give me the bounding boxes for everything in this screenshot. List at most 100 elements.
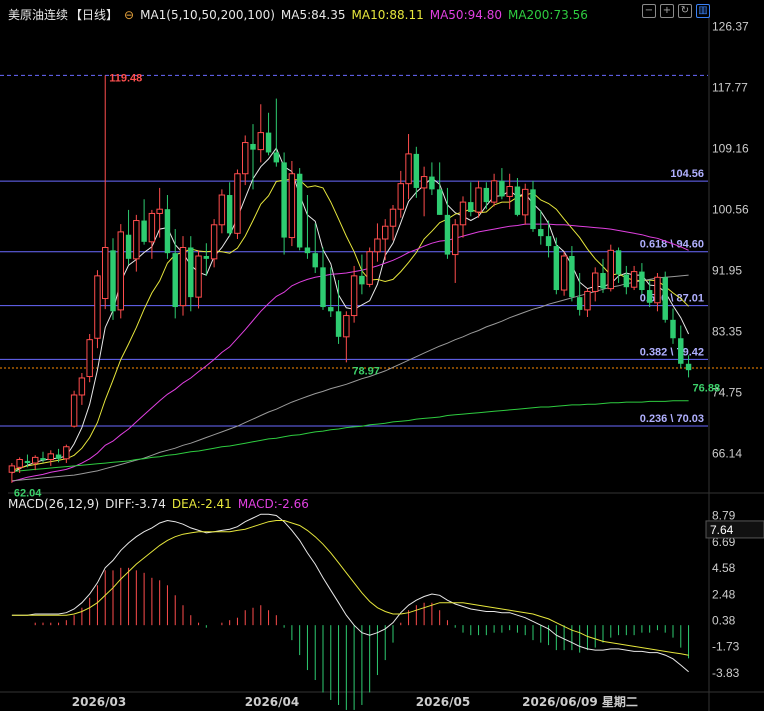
- macd-current-value: 7.64: [710, 523, 734, 537]
- candle-body-up: [16, 459, 23, 468]
- candle-body-up: [452, 224, 459, 256]
- candle-body-up: [242, 142, 249, 175]
- plus-square-icon[interactable]: +: [660, 4, 674, 18]
- candle-body-down: [678, 338, 684, 364]
- candle-body-down: [569, 256, 575, 298]
- candle-body-up: [350, 275, 358, 317]
- candle-body-up: [560, 255, 568, 291]
- candle-body-down: [670, 319, 676, 339]
- symbol-title[interactable]: 美原油连续: [8, 6, 68, 23]
- ma-line-ma200: [11, 400, 689, 473]
- candle-body-down: [312, 253, 318, 268]
- y-tick-label: 117.77: [712, 80, 748, 94]
- candle-body-up: [8, 465, 16, 473]
- candle-body-up: [117, 231, 125, 311]
- candle-body-down: [545, 236, 552, 247]
- candlestick-chart[interactable]: 126.37117.77109.16100.5691.9583.3574.756…: [0, 0, 764, 711]
- macd-header: MACD(26,12,9) DIFF:-3.74 DEA:-2.41 MACD:…: [8, 497, 309, 511]
- x-tick-label: 2026/05: [416, 695, 470, 709]
- ma-line-ma10: [11, 178, 689, 471]
- candle-body-down: [436, 189, 443, 215]
- candle-body-down: [335, 311, 342, 337]
- candle-body-up: [70, 394, 78, 427]
- chart-toolbar: − + ↻ ▥: [642, 4, 710, 18]
- candle-body-down: [55, 454, 62, 459]
- candle-body-down: [514, 186, 521, 215]
- macd-y-tick-label: 0.38: [712, 613, 736, 627]
- candle-body-up: [63, 446, 70, 460]
- candle-body-up: [607, 249, 614, 290]
- candle-body-up: [506, 186, 513, 197]
- fib-level-label: 0.236 \ 70.03: [640, 413, 704, 425]
- candle-body-up: [592, 272, 599, 292]
- candle-body-up: [343, 315, 350, 338]
- ma10-value: MA10:88.11: [351, 7, 424, 22]
- ma50-value: MA50:94.80: [429, 7, 502, 22]
- ma-params-label[interactable]: MA1(5,10,50,200,100): [140, 8, 275, 22]
- candle-body-down: [188, 247, 194, 298]
- candle-body-down: [203, 256, 210, 259]
- candle-body-down: [304, 247, 311, 254]
- candle-body-down: [40, 458, 46, 461]
- candle-body-up: [102, 246, 109, 300]
- candle-body-down: [499, 180, 505, 197]
- fib-level-label: 104.56: [670, 168, 704, 180]
- chart-settings-icon[interactable]: ▥: [696, 4, 710, 18]
- price-annotation: 119.48: [109, 72, 142, 84]
- macd-value: MACD:-2.66: [237, 497, 309, 511]
- macd-params-label[interactable]: MACD(26,12,9): [8, 497, 99, 511]
- candle-body-down: [164, 209, 171, 254]
- minus-square-icon[interactable]: −: [642, 4, 656, 18]
- candle-body-down: [265, 132, 272, 153]
- candle-body-up: [475, 187, 482, 213]
- candle-body-up: [210, 224, 218, 260]
- candle-body-up: [257, 132, 264, 151]
- candle-body-down: [320, 267, 326, 308]
- y-tick-label: 126.37: [712, 19, 749, 33]
- candle-body-down: [553, 246, 560, 291]
- candle-body-up: [234, 173, 241, 234]
- candle-body-down: [530, 189, 536, 230]
- candle-body-down: [110, 250, 116, 312]
- candle-body-up: [630, 271, 638, 288]
- candle-body-up: [405, 153, 412, 185]
- ma5-value: MA5:84.35: [280, 7, 346, 22]
- candle-body-down: [24, 460, 31, 464]
- x-tick-label: 2026/06/09 星期二: [522, 694, 638, 709]
- candle-body-up: [32, 456, 39, 464]
- candle-body-down: [662, 277, 668, 320]
- candle-body-up: [366, 251, 373, 285]
- macd-dea-value: DEA:-2.41: [171, 497, 232, 511]
- candle-body-down: [296, 173, 303, 248]
- candle-body-up: [133, 220, 140, 260]
- candle-body-up: [179, 246, 187, 307]
- candle-body-down: [646, 290, 653, 303]
- candle-body-down: [429, 176, 435, 190]
- settings-icon[interactable]: ⊖: [124, 8, 134, 22]
- candle-body-down: [623, 274, 630, 288]
- candle-body-up: [389, 208, 397, 227]
- candle-body-down: [359, 275, 365, 285]
- candle-body-up: [86, 339, 93, 378]
- y-tick-label: 100.56: [712, 202, 749, 216]
- fib-level-label: 0.382 \ 79.42: [640, 346, 704, 358]
- price-annotation: 78.97: [352, 366, 380, 378]
- candle-body-up: [78, 377, 86, 396]
- macd-y-tick-label: 2.48: [712, 587, 736, 601]
- candle-body-down: [281, 162, 287, 238]
- candle-body-down: [576, 297, 583, 310]
- candle-body-down: [141, 220, 147, 242]
- fib-level-label: 0.618 \ 94.60: [640, 239, 704, 251]
- macd-diff-value: DIFF:-3.74: [105, 497, 166, 511]
- candle-body-up: [420, 176, 428, 189]
- candle-body-down: [250, 143, 256, 150]
- period-label[interactable]: 【日线】: [70, 6, 118, 23]
- candle-body-up: [654, 276, 661, 304]
- candle-body-down: [444, 214, 451, 255]
- candle-body-up: [94, 275, 101, 339]
- candle-body-up: [459, 201, 467, 226]
- candle-body-up: [397, 183, 404, 210]
- macd-y-tick-label: -3.83: [712, 666, 740, 680]
- candle-body-down: [172, 253, 178, 308]
- refresh-icon[interactable]: ↻: [678, 4, 692, 18]
